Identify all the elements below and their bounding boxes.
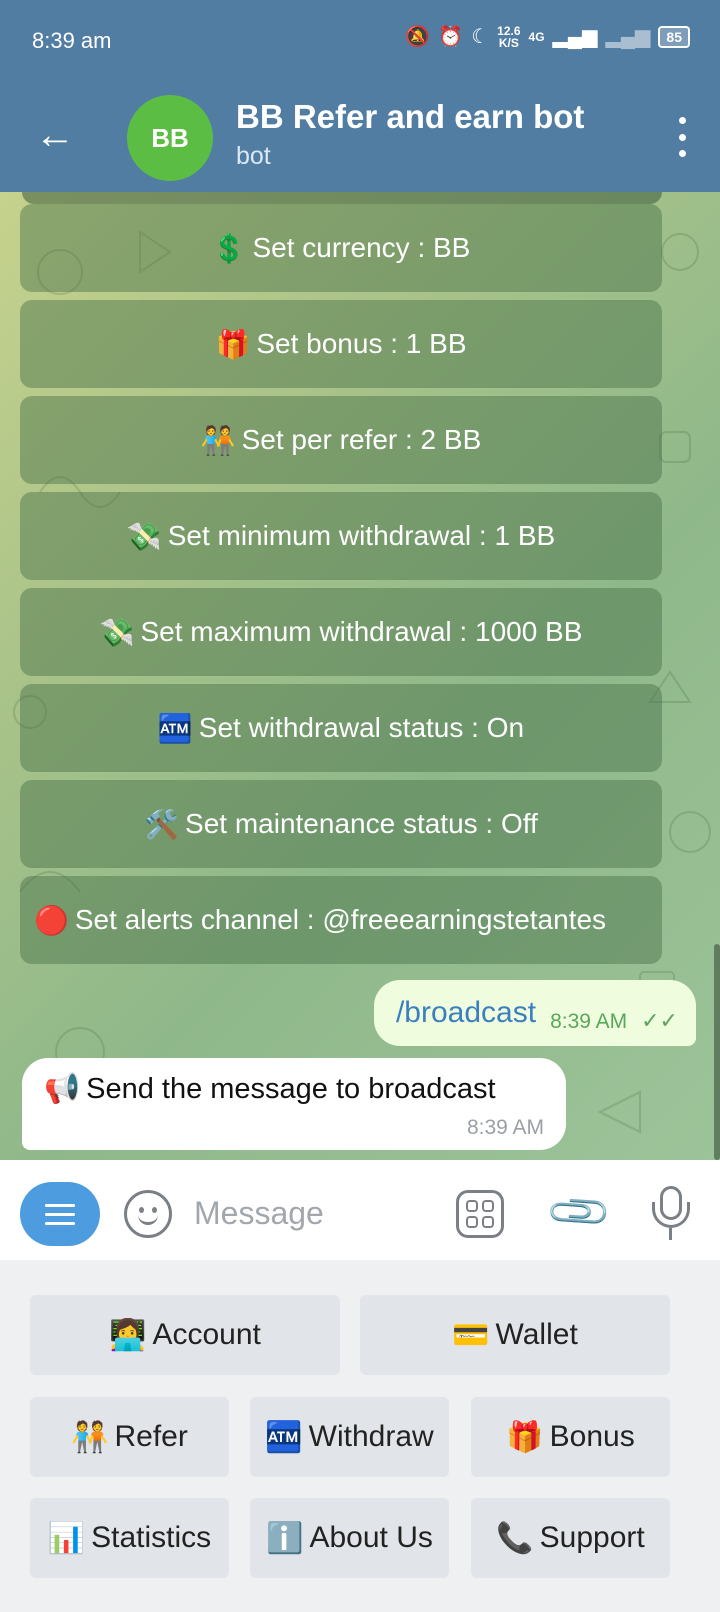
outgoing-message-time: 8:39 AM [550,1010,628,1033]
refer-label: Refer [114,1420,188,1453]
message-input[interactable] [194,1190,434,1236]
set-maximum-withdrawal-button[interactable]: 💸 Set maximum withdrawal : 1000 BB [20,588,662,676]
chat-subtitle: bot [236,142,271,170]
more-options-icon[interactable] [672,112,692,162]
set-withdrawal-status-button[interactable]: 🏧 Set withdrawal status : On [20,684,662,772]
set-maintenance-status-button[interactable]: 🛠️ Set maintenance status : Off [20,780,662,868]
battery-level: 85 [658,25,690,48]
telephone-icon: 📞 [496,1521,534,1555]
signal-icon-secondary: ▂▄▆ [605,26,651,48]
previous-message-edge [22,192,662,204]
avatar[interactable]: BB [127,95,213,181]
message-input-bar: 📎 [0,1160,720,1260]
network-speed: 12.6 K/S [497,25,520,49]
set-withdrawal-status-label: Set withdrawal status : On [198,712,525,743]
incoming-message-body: 📢 Send the message to broadcast [44,1072,544,1106]
info-icon: ℹ️ [266,1521,304,1555]
atm-icon: 🏧 [157,712,193,744]
set-minimum-withdrawal-label: Set minimum withdrawal : 1 BB [167,520,556,551]
gift-icon: 🎁 [506,1420,544,1454]
money-wings-icon: 💸 [99,616,135,648]
technologist-icon: 👩‍💻 [109,1318,147,1352]
withdraw-label: Withdraw [308,1420,434,1453]
set-bonus-label: Set bonus : 1 BB [256,328,467,359]
notifications-off-icon: 🔕 [405,26,431,48]
incoming-message-text: Send the message to broadcast [86,1072,496,1105]
atm-icon: 🏧 [265,1420,303,1454]
tools-icon: 🛠️ [144,808,180,840]
inline-keyboard: 💲 Set currency : BB 🎁 Set bonus : 1 BB 🧑‍🤝… [20,204,662,972]
reply-keyboard: 👩‍💻 Account 💳 Wallet 🧑‍🤝‍🧑 Refer 🏧 Withdraw … [0,1260,720,1612]
credit-card-icon: 💳 [452,1318,490,1352]
about-us-label: About Us [309,1521,433,1554]
wallet-button[interactable]: 💳 Wallet [360,1295,670,1375]
bonus-label: Bonus [549,1420,635,1453]
alarm-icon: ⏰ [438,26,464,48]
read-receipt-icon: ✓✓ [641,1008,678,1033]
account-label: Account [152,1318,261,1351]
account-button[interactable]: 👩‍💻 Account [30,1295,340,1375]
chat-header: ← BB BB Refer and earn bot bot [0,82,720,192]
red-circle-icon: 🔴 [34,904,69,936]
chat-title[interactable]: BB Refer and earn bot [236,98,584,136]
status-icons: 🔕 ⏰ ☾ 12.6 K/S 4G ▂▄▆ ▂▄▆ 85 [405,24,690,49]
set-maximum-withdrawal-label: Set maximum withdrawal : 1000 BB [140,616,583,647]
set-maintenance-status-label: Set maintenance status : Off [185,808,538,839]
outgoing-message-text[interactable]: /broadcast [396,996,536,1030]
about-us-button[interactable]: ℹ️ About Us [250,1498,449,1578]
set-alerts-channel-label: Set alerts channel : @freeearningstetant… [74,904,607,935]
set-per-refer-button[interactable]: 🧑‍🤝‍🧑 Set per refer : 2 BB [20,396,662,484]
statistics-button[interactable]: 📊 Statistics [30,1498,229,1578]
support-button[interactable]: 📞 Support [471,1498,670,1578]
set-currency-button[interactable]: 💲 Set currency : BB [20,204,662,292]
set-currency-label: Set currency : BB [252,232,471,263]
statistics-label: Statistics [91,1521,212,1554]
gift-icon: 🎁 [215,328,251,360]
status-time: 8:39 am [32,28,112,53]
emoji-icon[interactable] [124,1190,172,1238]
status-bar: 8:39 am 🔕 ⏰ ☾ 12.6 K/S 4G ▂▄▆ ▂▄▆ 85 [0,0,720,82]
back-arrow-icon[interactable]: ← [30,110,80,160]
set-per-refer-label: Set per refer : 2 BB [241,424,482,455]
megaphone-icon: 📢 [44,1073,81,1105]
set-bonus-button[interactable]: 🎁 Set bonus : 1 BB [20,300,662,388]
people-holding-hands-icon: 🧑‍🤝‍🧑 [200,424,236,456]
bar-chart-icon: 📊 [47,1521,86,1555]
microphone-icon[interactable] [648,1186,694,1242]
set-minimum-withdrawal-button[interactable]: 💸 Set minimum withdrawal : 1 BB [20,492,662,580]
moon-icon: ☾ [471,26,490,48]
outgoing-message[interactable]: /broadcast 8:39 AM ✓✓ [373,980,696,1046]
withdraw-button[interactable]: 🏧 Withdraw [250,1397,449,1477]
chat-area[interactable]: 💲 Set currency : BB 🎁 Set bonus : 1 BB 🧑‍🤝… [0,192,720,1160]
chat-scrollbar[interactable] [714,944,720,1160]
network-type: 4G [528,29,545,44]
support-label: Support [539,1521,645,1554]
signal-icon: ▂▄▆ [552,26,598,48]
attach-icon[interactable]: 📎 [541,1177,615,1251]
incoming-message[interactable]: 📢 Send the message to broadcast 8:39 AM [22,1058,566,1150]
people-holding-hands-icon: 🧑‍🤝‍🧑 [71,1420,109,1454]
dollar-icon: 💲 [211,232,247,264]
network-speed-unit: K/S [498,35,519,50]
wallet-label: Wallet [495,1318,578,1351]
set-alerts-channel-button[interactable]: 🔴 Set alerts channel : @freeearningstetan… [20,876,662,964]
incoming-message-time: 8:39 AM [466,1116,544,1139]
money-wings-icon: 💸 [126,520,162,552]
bonus-button[interactable]: 🎁 Bonus [471,1397,670,1477]
bot-menu-button[interactable] [20,1182,100,1246]
refer-button[interactable]: 🧑‍🤝‍🧑 Refer [30,1397,229,1477]
keyboard-toggle-icon[interactable] [456,1190,504,1238]
